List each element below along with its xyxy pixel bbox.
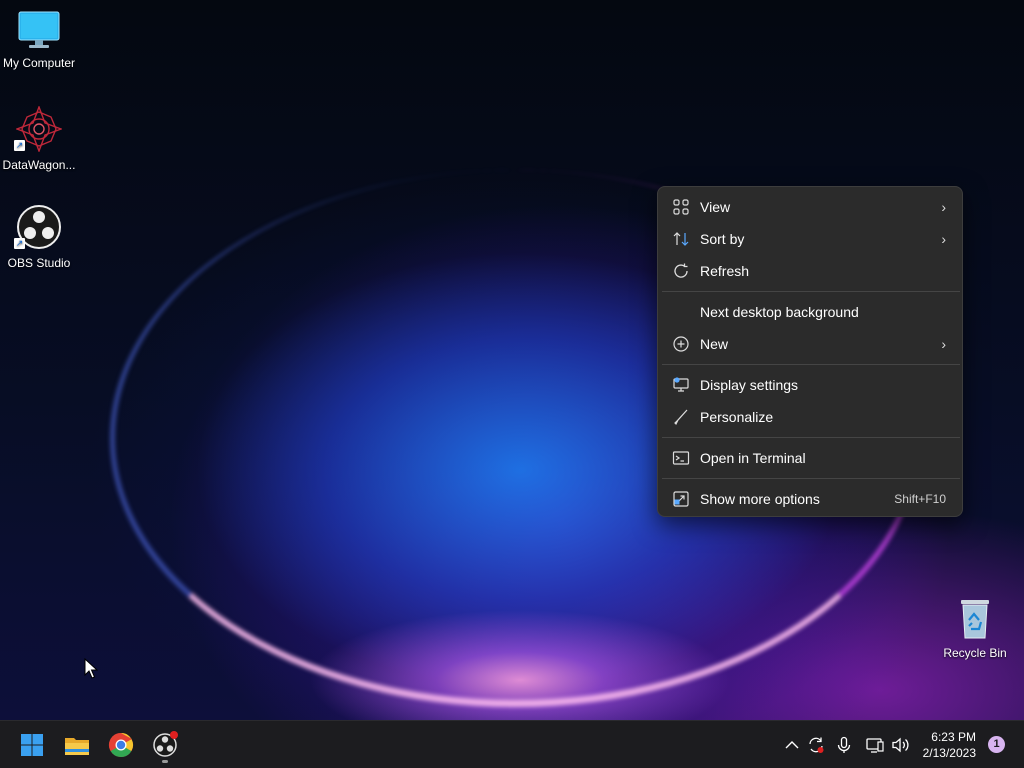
menu-item-label: New [700, 336, 729, 352]
menu-item-label: Next desktop background [700, 304, 859, 320]
chevron-right-icon: › [941, 231, 946, 247]
shortcut-arrow-icon: ↗ [14, 238, 25, 249]
grid-icon [673, 199, 689, 215]
start-icon [21, 734, 43, 756]
menu-item-sort-by[interactable]: Sort by › [658, 223, 962, 255]
menu-item-label: Display settings [700, 377, 799, 393]
microphone-icon [837, 736, 851, 753]
desktop-icon-label: Recycle Bin [943, 646, 1007, 660]
clock-date: 2/13/2023 [922, 746, 976, 760]
desktop-icon-recycle-bin[interactable]: Recycle Bin [936, 596, 1014, 660]
more-options-icon [673, 491, 689, 507]
recycle-bin-icon [961, 600, 989, 639]
shortcut-arrow-icon: ↗ [14, 140, 25, 151]
menu-item-label: View [700, 199, 731, 215]
menu-separator [662, 478, 960, 479]
sort-icon [673, 232, 689, 246]
desktop-icon-obs-studio[interactable]: ↗ OBS Studio [0, 204, 78, 270]
microphone-tray-button[interactable] [834, 735, 854, 755]
start-button[interactable] [16, 729, 48, 761]
file-explorer-button[interactable] [61, 729, 93, 761]
menu-item-label: Personalize [700, 409, 774, 425]
volume-tray-button[interactable] [890, 735, 910, 755]
brush-icon [674, 409, 688, 426]
menu-item-refresh[interactable]: Refresh [658, 255, 962, 287]
taskbar-clock[interactable]: 6:23 PM 2/13/2023 [923, 729, 976, 761]
clock-time: 6:23 PM [931, 730, 976, 744]
notification-badge[interactable]: 1 [988, 736, 1005, 753]
display-settings-icon [673, 377, 689, 392]
menu-item-label: Refresh [700, 263, 750, 279]
obs-icon [153, 731, 178, 757]
running-indicator [162, 760, 168, 763]
file-explorer-icon [65, 738, 89, 755]
plus-circle-icon [673, 336, 689, 352]
menu-separator [662, 291, 960, 292]
terminal-icon [672, 451, 690, 465]
menu-item-show-more-options[interactable]: Show more options Shift+F10 [658, 483, 962, 515]
show-hidden-icons-button[interactable] [782, 735, 802, 755]
menu-item-shortcut: Shift+F10 [894, 492, 946, 506]
obs-taskbar-button[interactable] [149, 729, 181, 763]
chrome-button[interactable] [105, 729, 137, 761]
sync-tray-button[interactable] [806, 735, 826, 755]
chevron-right-icon: › [941, 336, 946, 352]
chevron-up-icon [785, 741, 799, 749]
menu-item-label: Sort by [700, 231, 745, 247]
volume-icon [892, 737, 909, 753]
network-tray-button[interactable] [865, 735, 885, 755]
desktop-icon-label: DataWagon... [2, 158, 76, 172]
menu-item-new[interactable]: New › [658, 328, 962, 360]
desktop-icon-label: My Computer [2, 56, 76, 70]
desktop-context-menu: View › Sort by › Refresh Next desktop ba… [657, 186, 963, 517]
chrome-icon [108, 733, 134, 758]
menu-item-next-desktop-background[interactable]: Next desktop background [658, 296, 962, 328]
menu-item-display-settings[interactable]: Display settings [658, 369, 962, 401]
sync-icon [809, 737, 824, 753]
menu-item-view[interactable]: View › [658, 191, 962, 223]
menu-item-label: Show more options [700, 491, 820, 507]
mouse-cursor-icon [84, 658, 98, 679]
menu-item-label: Open in Terminal [700, 450, 806, 466]
chevron-right-icon: › [941, 199, 946, 215]
desktop-icon-my-computer[interactable]: My Computer [0, 10, 78, 70]
desktop-icon-label: OBS Studio [7, 256, 71, 270]
menu-separator [662, 364, 960, 365]
network-icon [866, 738, 884, 753]
monitor-icon [18, 11, 60, 48]
desktop-icon-datawagon[interactable]: ↗ DataWagon... [0, 105, 78, 172]
menu-item-open-in-terminal[interactable]: Open in Terminal [658, 442, 962, 474]
menu-item-personalize[interactable]: Personalize [658, 401, 962, 433]
menu-separator [662, 437, 960, 438]
taskbar: 6:23 PM 2/13/2023 1 [0, 720, 1024, 768]
refresh-icon [674, 263, 688, 278]
